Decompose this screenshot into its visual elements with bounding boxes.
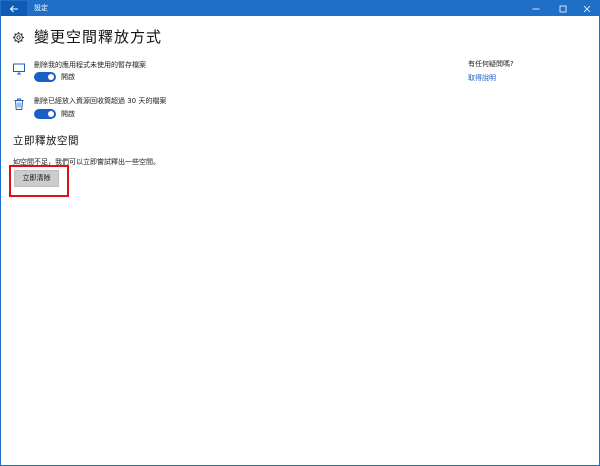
recycle-bin-toggle-state: 開啟 <box>61 110 75 118</box>
toggle-knob <box>48 111 54 117</box>
temp-files-toggle[interactable] <box>34 72 56 82</box>
trash-icon <box>14 98 24 110</box>
page-title: 變更空間釋放方式 <box>34 28 163 46</box>
minimize-icon <box>532 8 540 9</box>
maximize-icon <box>559 5 567 12</box>
help-question: 有任何疑問嗎? <box>468 60 514 68</box>
window-title: 設定 <box>34 4 48 12</box>
toggle-knob <box>48 74 54 80</box>
settings-window: 設定 變更空間釋放方式 刪除我的應用程式未使用的暫存檔案 開啟 刪除已經放入資源… <box>0 0 600 466</box>
gear-icon <box>12 31 25 44</box>
clean-now-button[interactable]: 立即清除 <box>14 170 59 187</box>
temp-files-toggle-state: 開啟 <box>61 73 75 81</box>
back-arrow-icon <box>9 5 18 12</box>
monitor-icon <box>13 63 25 75</box>
back-button[interactable] <box>1 1 27 16</box>
setting-label-recycle-bin: 刪除已經放入資源回收筒超過 30 天的檔案 <box>34 97 167 105</box>
title-bar: 設定 <box>1 1 599 16</box>
maximize-button[interactable] <box>550 1 576 16</box>
close-button[interactable] <box>574 1 600 16</box>
minimize-button[interactable] <box>523 1 549 16</box>
setting-label-temp-files: 刪除我的應用程式未使用的暫存檔案 <box>34 61 146 69</box>
close-icon <box>583 5 591 12</box>
recycle-bin-toggle[interactable] <box>34 109 56 119</box>
section-title-free-now: 立即釋放空間 <box>13 135 79 147</box>
get-help-link[interactable]: 取得說明 <box>468 73 496 83</box>
